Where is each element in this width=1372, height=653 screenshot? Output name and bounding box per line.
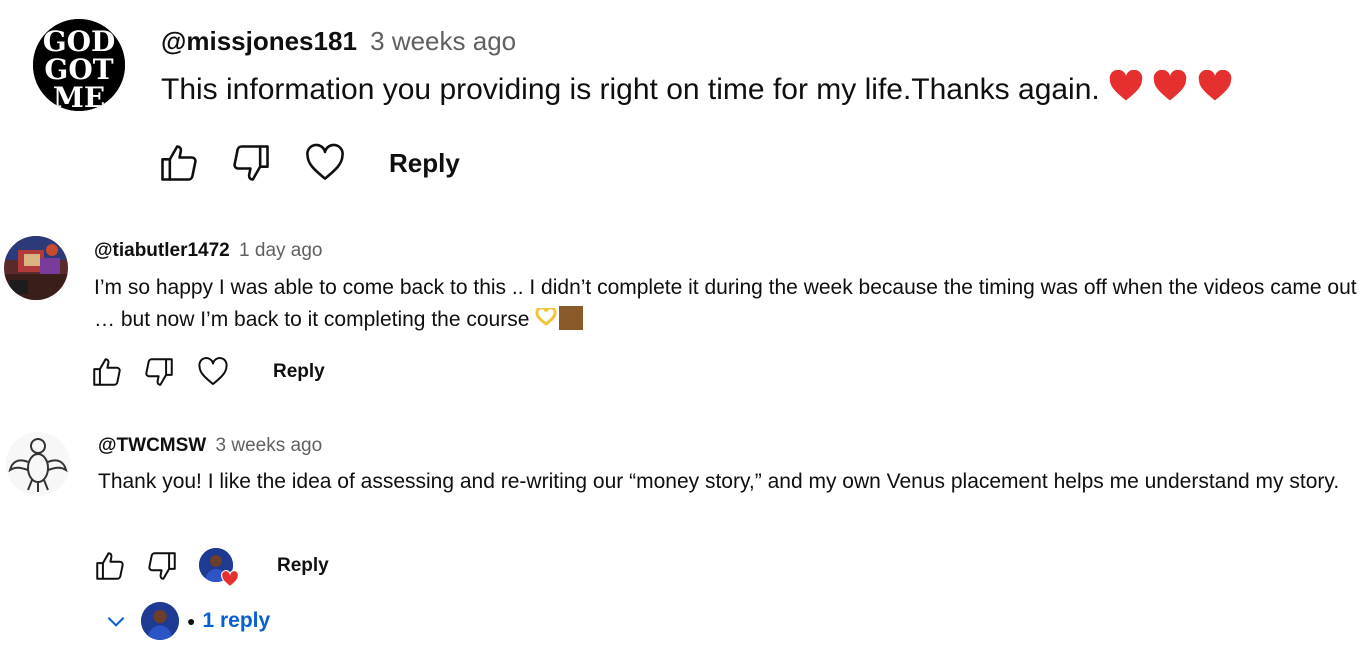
creator-heart-badge[interactable] <box>197 546 239 588</box>
comment-text-content: I’m so happy I was able to come back to … <box>94 276 1357 331</box>
separator-dot: ● <box>187 613 196 629</box>
brown-square-icon <box>559 306 584 330</box>
heart-outline-icon <box>198 357 228 386</box>
thumbs-down-icon <box>233 145 269 181</box>
heart-outline-icon <box>306 143 344 180</box>
red-heart-icon <box>221 570 239 588</box>
avatar[interactable] <box>4 236 68 300</box>
scarab-icon <box>6 432 70 496</box>
like-button[interactable] <box>90 355 124 389</box>
comment-actions: Reply <box>90 355 325 389</box>
like-button[interactable] <box>157 141 201 185</box>
dislike-button[interactable] <box>229 141 273 185</box>
avatar-photo <box>4 236 68 300</box>
heart-button[interactable] <box>303 141 347 185</box>
comment-text: Thank you! I like the idea of assessing … <box>98 466 1358 498</box>
comment-text-content: Thank you! I like the idea of assessing … <box>98 470 1340 493</box>
comment-author[interactable]: @missjones181 <box>161 26 357 56</box>
heart-hands-icon <box>535 305 557 337</box>
comment-header: @tiabutler1472 1 day ago <box>94 238 323 264</box>
dislike-button[interactable] <box>142 355 176 389</box>
comment-timestamp[interactable]: 3 weeks ago <box>216 435 323 456</box>
avatar[interactable] <box>6 432 70 496</box>
reply-button[interactable]: Reply <box>389 148 460 179</box>
thumbs-up-icon <box>96 552 124 580</box>
reply-button[interactable]: Reply <box>273 361 325 383</box>
dislike-button[interactable] <box>145 549 179 583</box>
thumbs-up-icon <box>93 358 121 386</box>
comment-actions: Reply <box>157 140 460 186</box>
like-button[interactable] <box>93 549 127 583</box>
reply-author-avatar <box>141 602 179 640</box>
comment-author[interactable]: @tiabutler1472 <box>94 240 230 261</box>
thumbs-down-icon <box>148 552 176 580</box>
thumbs-down-icon <box>145 358 173 386</box>
comment-text: I’m so happy I was able to come back to … <box>94 272 1359 337</box>
chevron-down-icon <box>107 617 125 627</box>
comment-timestamp[interactable]: 1 day ago <box>239 240 322 261</box>
god-got-me-logo: GOD GOT ME <box>33 19 125 111</box>
svg-text:ME: ME <box>53 81 105 111</box>
comment-text: This information you providing is right … <box>161 69 1341 113</box>
red-heart-icon <box>1197 69 1233 113</box>
reply-count[interactable]: 1 reply <box>202 609 270 633</box>
heart-button[interactable] <box>196 355 230 389</box>
comment-text-content: This information you providing is right … <box>161 73 1100 106</box>
avatar[interactable]: GOD GOT ME <box>33 19 125 111</box>
comment-header: @missjones181 3 weeks ago <box>161 24 516 58</box>
red-heart-icon <box>1152 69 1188 113</box>
red-heart-icon <box>1108 69 1144 113</box>
comment-header: @TWCMSW 3 weeks ago <box>98 433 322 459</box>
comment-timestamp[interactable]: 3 weeks ago <box>370 26 516 56</box>
view-replies-button[interactable]: ● 1 reply <box>103 602 270 640</box>
comment-actions: Reply <box>93 546 329 588</box>
comment-author[interactable]: @TWCMSW <box>98 435 206 456</box>
reply-button[interactable]: Reply <box>277 555 329 577</box>
thumbs-up-icon <box>161 145 197 181</box>
